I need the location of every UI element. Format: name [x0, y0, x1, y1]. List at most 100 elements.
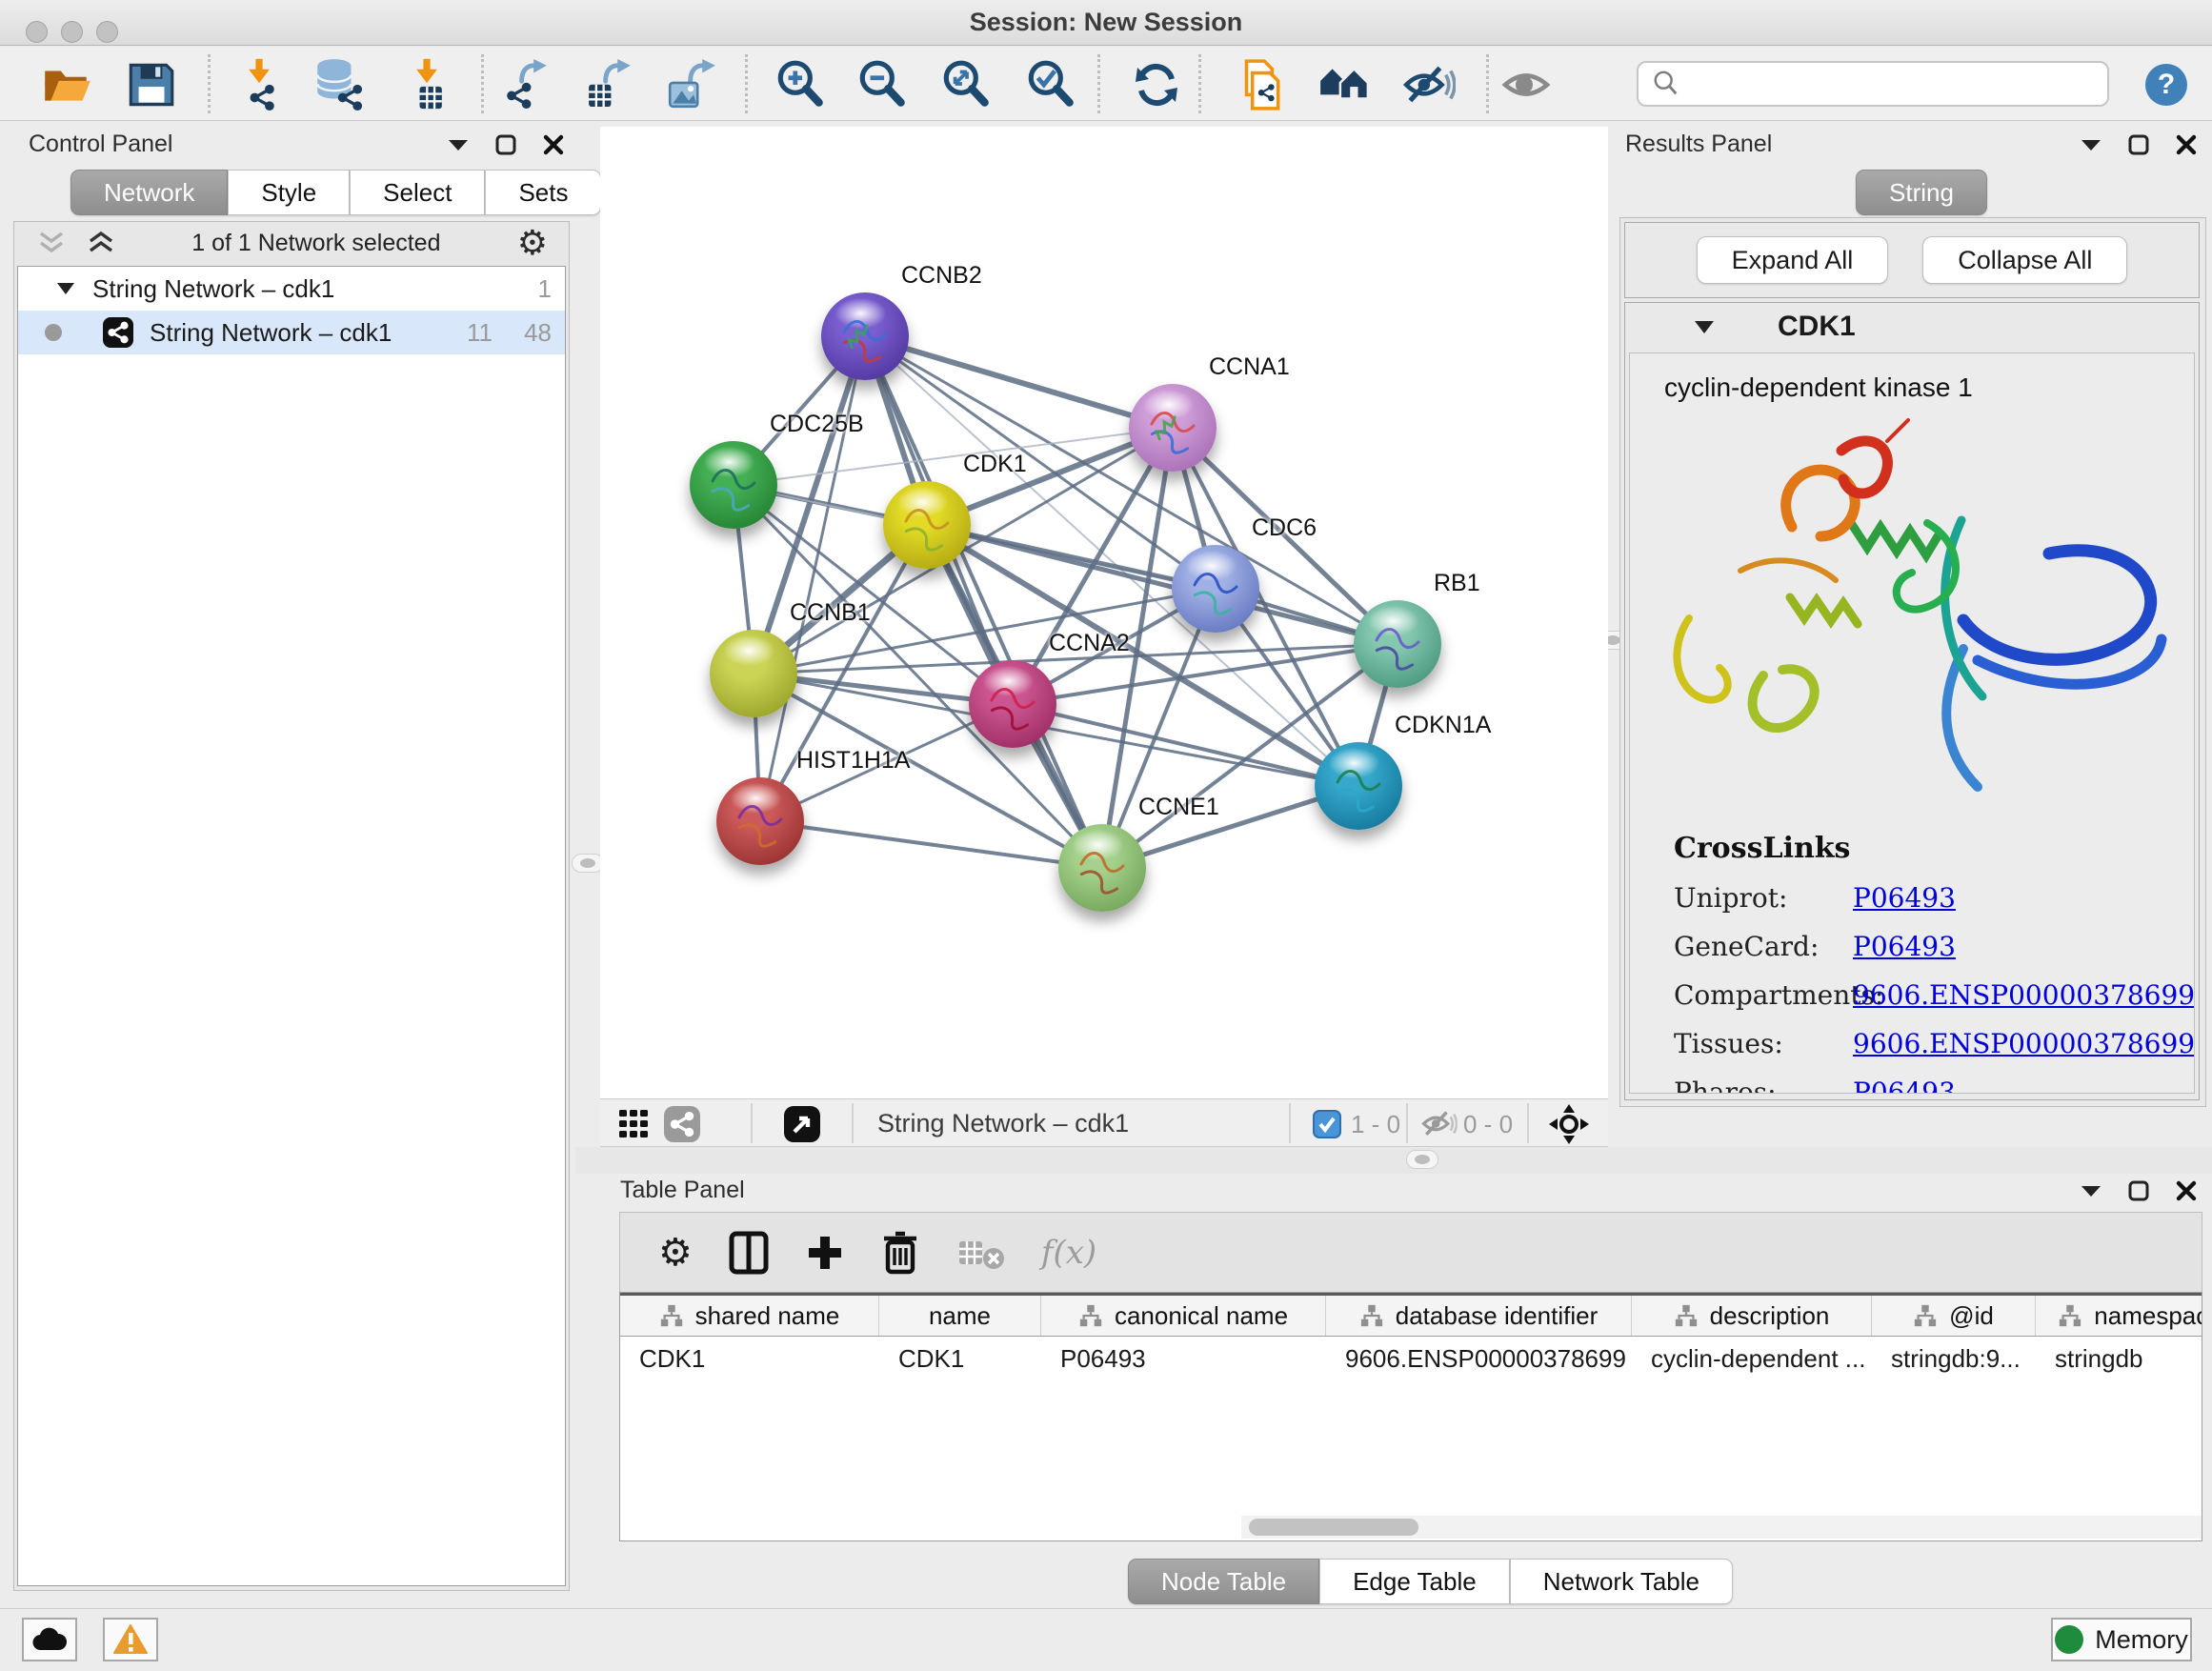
column-header-namespace[interactable]: namespace: [2036, 1296, 2202, 1336]
zoom-window-button[interactable]: [96, 21, 118, 43]
tab-network-table[interactable]: Network Table: [1510, 1559, 1733, 1604]
import-network-file-button[interactable]: [230, 56, 287, 113]
panel-menu-icon[interactable]: [2079, 1178, 2103, 1203]
table-horizontal-scrollbar[interactable]: [1241, 1516, 2202, 1539]
table-cell[interactable]: P06493: [1041, 1337, 1326, 1380]
hidden-eye-slash-icon[interactable]: [1419, 1109, 1458, 1143]
export-network-button[interactable]: [496, 56, 553, 113]
tab-edge-table[interactable]: Edge Table: [1319, 1559, 1510, 1604]
crosslink-link[interactable]: P06493: [1853, 882, 1956, 914]
network-node-hist1h1a[interactable]: [716, 777, 804, 865]
column-header-name[interactable]: name: [879, 1296, 1041, 1336]
network-node-ccnb2[interactable]: [821, 292, 909, 380]
apply-layout-button[interactable]: [1128, 56, 1185, 113]
column-header-databaseidentifier[interactable]: database identifier: [1326, 1296, 1632, 1336]
gene-expander-icon[interactable]: [1694, 320, 1715, 334]
horizontal-splitter[interactable]: [575, 1147, 2212, 1174]
expand-all-icon[interactable]: [87, 231, 115, 255]
import-table-file-button[interactable]: [397, 56, 454, 113]
panel-menu-icon[interactable]: [446, 132, 471, 157]
network-row[interactable]: String Network – cdk1 11 48: [18, 311, 565, 354]
network-node-cdkn1a[interactable]: [1315, 742, 1402, 830]
table-cell[interactable]: 9606.ENSP00000378699: [1326, 1337, 1632, 1380]
tab-node-table[interactable]: Node Table: [1128, 1559, 1319, 1604]
gene-section-header[interactable]: CDK1: [1625, 303, 2199, 351]
delete-column-icon[interactable]: [881, 1231, 919, 1275]
minimize-window-button[interactable]: [61, 21, 83, 43]
crosslink-link[interactable]: 9606.ENSP00000378699: [1853, 1028, 2195, 1059]
open-in-new-window-icon[interactable]: [783, 1105, 821, 1148]
add-column-icon[interactable]: [805, 1233, 845, 1273]
network-edge-cdk1-rb1[interactable]: [927, 525, 1398, 644]
memory-button[interactable]: Memory: [2051, 1618, 2192, 1661]
panel-close-icon[interactable]: [541, 132, 566, 157]
show-hidden-button[interactable]: [1498, 56, 1555, 113]
show-all-networks-button[interactable]: [1316, 56, 1373, 113]
network-node-ccna1[interactable]: [1129, 384, 1217, 472]
crosslink-link[interactable]: P06493: [1853, 931, 1956, 962]
function-builder-button[interactable]: f(x): [1041, 1234, 1096, 1272]
tab-sets[interactable]: Sets: [485, 170, 601, 215]
export-image-button[interactable]: [663, 56, 720, 113]
crosslink-link[interactable]: P06493: [1853, 1077, 1956, 1094]
table-cell[interactable]: cyclin-dependent ...: [1632, 1337, 1872, 1380]
hide-selected-button[interactable]: [1399, 56, 1457, 113]
table-cell[interactable]: CDK1: [879, 1337, 1041, 1380]
network-edge-hist1h1a-ccne1[interactable]: [760, 821, 1102, 868]
zoom-in-button[interactable]: [772, 56, 829, 113]
network-edge-ccnb2-ccne1[interactable]: [865, 336, 1102, 868]
panel-menu-icon[interactable]: [2079, 132, 2103, 157]
panel-float-icon[interactable]: [2126, 1178, 2151, 1203]
grid-view-icon[interactable]: [617, 1108, 650, 1145]
cloud-status-button[interactable]: [22, 1618, 77, 1661]
table-cell[interactable]: stringdb:9...: [1872, 1337, 2036, 1380]
network-edge-ccnb2-ccna1[interactable]: [865, 336, 1173, 428]
network-node-ccna2[interactable]: [969, 660, 1056, 748]
close-window-button[interactable]: [26, 21, 48, 43]
tab-select[interactable]: Select: [350, 170, 485, 215]
search-input[interactable]: [1690, 70, 2090, 99]
collapse-all-icon[interactable]: [37, 231, 66, 255]
network-canvas[interactable]: CCNB2CCNA1CDC25BCDK1CDC6RB1CCNB1CCNA2CDK…: [600, 127, 1608, 1098]
table-row[interactable]: CDK1CDK1P064939606.ENSP00000378699cyclin…: [620, 1337, 2202, 1380]
panel-close-icon[interactable]: [2174, 132, 2199, 157]
network-view-share-icon[interactable]: [663, 1105, 701, 1148]
table-options-gear-icon[interactable]: ⚙: [658, 1231, 693, 1275]
column-header-id[interactable]: @id: [1872, 1296, 2036, 1336]
show-columns-icon[interactable]: [729, 1231, 769, 1275]
expand-all-button[interactable]: Expand All: [1697, 236, 1889, 284]
crosslink-link[interactable]: 9606.ENSP00000378699: [1853, 979, 2195, 1011]
collection-expander-icon[interactable]: [56, 282, 75, 295]
tab-style[interactable]: Style: [228, 170, 350, 215]
tab-network[interactable]: Network: [70, 170, 228, 215]
network-node-cdc25b[interactable]: [690, 441, 777, 529]
network-node-rb1[interactable]: [1354, 600, 1441, 688]
zoom-fit-button[interactable]: [937, 56, 995, 113]
network-options-gear-icon[interactable]: ⚙: [517, 223, 548, 263]
duplicate-network-button[interactable]: [1232, 56, 1289, 113]
left-splitter-handle[interactable]: [572, 854, 604, 873]
scrollbar-thumb[interactable]: [1249, 1519, 1418, 1536]
network-node-ccne1[interactable]: [1058, 824, 1146, 912]
open-session-button[interactable]: [38, 56, 95, 113]
import-network-database-button[interactable]: [310, 56, 367, 113]
delete-table-icon[interactable]: [955, 1234, 1005, 1272]
panel-float-icon[interactable]: [493, 132, 518, 157]
column-header-sharedname[interactable]: shared name: [620, 1296, 879, 1336]
warnings-button[interactable]: [103, 1618, 158, 1661]
column-header-canonicalname[interactable]: canonical name: [1041, 1296, 1326, 1336]
zoom-out-button[interactable]: [854, 56, 911, 113]
collapse-all-button[interactable]: Collapse All: [1922, 236, 2127, 284]
zoom-selected-button[interactable]: [1022, 56, 1079, 113]
column-header-description[interactable]: description: [1632, 1296, 1872, 1336]
panel-close-icon[interactable]: [2174, 1178, 2199, 1203]
selected-checkbox-icon[interactable]: [1313, 1110, 1341, 1143]
network-node-cdc6[interactable]: [1172, 545, 1259, 633]
network-node-cdk1[interactable]: [883, 481, 971, 569]
network-node-ccnb1[interactable]: [710, 630, 797, 717]
horizontal-splitter-handle[interactable]: [1406, 1150, 1438, 1169]
export-table-button[interactable]: [578, 56, 635, 113]
save-session-button[interactable]: [122, 56, 179, 113]
panel-float-icon[interactable]: [2126, 132, 2151, 157]
help-button[interactable]: ?: [2138, 56, 2195, 113]
